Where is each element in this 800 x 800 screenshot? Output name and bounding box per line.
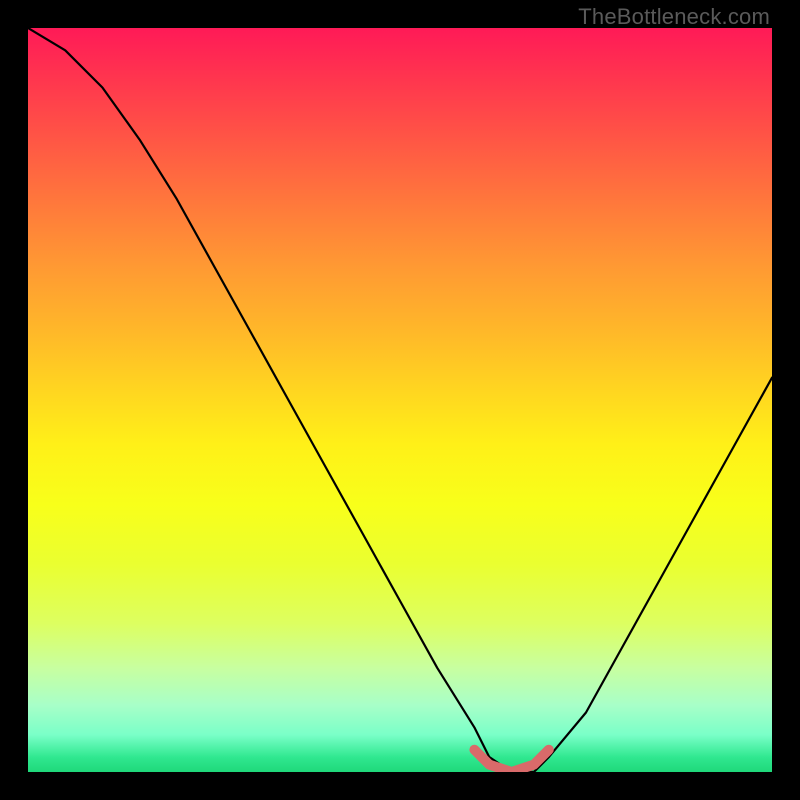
chart-svg [28,28,772,772]
chart-frame: TheBottleneck.com [0,0,800,800]
watermark-text: TheBottleneck.com [578,4,770,30]
bottleneck-curve-line [28,28,772,772]
plot-area [28,28,772,772]
